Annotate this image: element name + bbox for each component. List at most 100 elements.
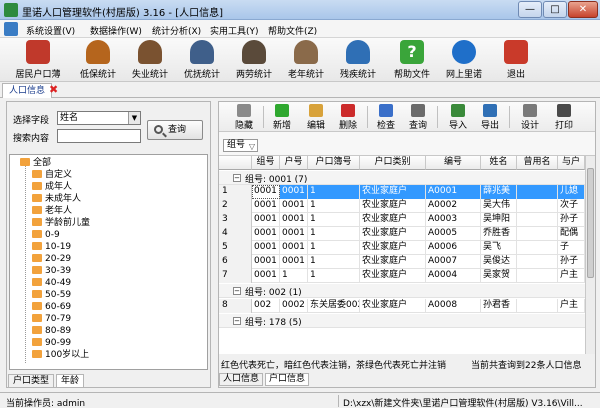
person-icon xyxy=(86,40,110,64)
tree-item[interactable]: 40-49 xyxy=(32,278,71,289)
group-by-label: 组号 xyxy=(227,140,246,150)
subsistence-stats-button[interactable]: 低保统计 xyxy=(74,40,122,80)
install-path: D:\xzx\新建文件夹\里诺户口管理软件(村居版) V3.16\Vill... xyxy=(343,399,583,408)
field-select-value: 姓名 xyxy=(60,113,79,123)
folder-icon xyxy=(32,206,42,214)
export-button[interactable]: 导出 xyxy=(477,104,503,131)
search-input[interactable] xyxy=(57,129,141,143)
menu-data-operations[interactable]: 数据操作(W) xyxy=(90,24,142,37)
status-bar: 当前操作员: admin D:\xzx\新建文件夹\里诺户口管理软件(村居版) … xyxy=(0,392,600,408)
table-row[interactable]: 5 0001 0001 1 农业家庭户 A0006 吴飞 子 xyxy=(219,241,585,255)
design-button[interactable]: 设计 xyxy=(517,104,543,131)
tab-household-type[interactable]: 户口类型 xyxy=(8,374,55,388)
print-button[interactable]: 打印 xyxy=(551,104,577,131)
col-header-relation[interactable]: 与户 xyxy=(558,156,585,170)
tree-guide-line xyxy=(25,163,26,363)
filter-icon[interactable]: ▽ xyxy=(249,141,255,152)
menu-statistics[interactable]: 统计分析(X) xyxy=(152,24,201,37)
labor-reform-stats-button[interactable]: 两劳统计 xyxy=(230,40,278,80)
tree-item[interactable]: 自定义 xyxy=(32,170,72,181)
col-header-household-no[interactable]: 户号 xyxy=(280,156,308,170)
group-row[interactable]: − 组号: 002 (1) xyxy=(219,284,585,298)
hide-button[interactable]: 隐藏 xyxy=(231,104,257,131)
delete-button[interactable]: 删除 xyxy=(335,104,361,131)
col-header-group[interactable]: 组号 xyxy=(252,156,280,170)
tree-item[interactable]: 全部 xyxy=(20,158,51,169)
close-window-button[interactable]: ✕ xyxy=(568,1,598,18)
add-button[interactable]: 新增 xyxy=(269,104,295,131)
table-row[interactable]: 4 0001 0001 1 农业家庭户 A0005 乔胜香 配偶 xyxy=(219,227,585,241)
tab-population-info-bottom[interactable]: 人口信息 xyxy=(219,373,264,386)
menu-system-settings[interactable]: 系统设置(V) xyxy=(26,24,75,37)
field-select[interactable]: 姓名 ▼ xyxy=(57,111,141,125)
exit-button[interactable]: 退出 xyxy=(496,40,536,80)
group-by-chip[interactable]: 组号 ▽ xyxy=(223,139,259,152)
maximize-button[interactable]: □ xyxy=(543,1,567,18)
scrollbar-thumb[interactable] xyxy=(587,168,594,278)
help-file-button[interactable]: ? 帮助文件 xyxy=(388,40,436,80)
group-by-bar: 组号 ▽ xyxy=(219,132,595,156)
table-row[interactable]: 3 0001 0001 1 农业家庭户 A0003 吴坤阳 孙子 xyxy=(219,213,585,227)
tab-household-info[interactable]: 户口信息 xyxy=(265,373,310,386)
special-care-stats-button[interactable]: 优抚统计 xyxy=(178,40,226,80)
collapse-icon[interactable]: − xyxy=(233,174,241,182)
edit-button[interactable]: 编辑 xyxy=(303,104,329,131)
col-header-name[interactable]: 姓名 xyxy=(481,156,517,170)
close-tab-icon[interactable]: ✖ xyxy=(49,84,58,96)
chevron-down-icon[interactable]: ▼ xyxy=(128,112,140,124)
window-title: 里诺人口管理软件(村居版) 3.16 - [人口信息] xyxy=(22,8,224,19)
search-icon xyxy=(154,125,163,134)
resident-book-button[interactable]: 居民户口薄 xyxy=(8,40,68,80)
vertical-scrollbar[interactable] xyxy=(585,156,595,354)
tab-age[interactable]: 年龄 xyxy=(56,374,85,388)
tree-item[interactable]: 成年人 xyxy=(32,182,72,193)
tree-item[interactable]: 90-99 xyxy=(32,338,71,349)
col-header-former-name[interactable]: 曾用名 xyxy=(517,156,558,170)
table-row[interactable]: 7 0001 1 1 农业家庭户 A0004 吴家贺 户主 xyxy=(219,269,585,283)
tree-item[interactable]: 未成年人 xyxy=(32,194,81,205)
folder-icon xyxy=(32,314,42,322)
status-separator xyxy=(338,395,339,407)
col-header-id[interactable]: 编号 xyxy=(426,156,481,170)
table-row[interactable]: 1 0001 0001 1 农业家庭户 A0001 薛兆美 儿媳 xyxy=(219,185,585,199)
tree-item[interactable]: 20-29 xyxy=(32,254,71,265)
query-button[interactable]: 查询 xyxy=(147,120,203,140)
resident-book-icon xyxy=(26,40,50,64)
folder-icon xyxy=(32,170,42,178)
menu-tools[interactable]: 实用工具(Y) xyxy=(210,24,259,37)
menu-help[interactable]: 帮助文件(Z) xyxy=(268,24,317,37)
tree-item[interactable]: 老年人 xyxy=(32,206,72,217)
left-panel-tabs: 户口类型 年龄 xyxy=(6,374,211,388)
disability-stats-button[interactable]: 残疾统计 xyxy=(334,40,382,80)
tree-item[interactable]: 100岁以上 xyxy=(32,350,89,361)
tab-population-info[interactable]: 人口信息 xyxy=(2,83,53,98)
table-row[interactable]: 6 0001 0001 1 农业家庭户 A0007 吴俊达 孙子 xyxy=(219,255,585,269)
search-button[interactable]: 查询 xyxy=(405,104,431,131)
col-header-household-type[interactable]: 户口类别 xyxy=(360,156,426,170)
color-legend: 红色代表死亡，暗红色代表注销，茶绿色代表死亡并注销 xyxy=(221,361,447,371)
table-row[interactable]: 8 002 0002 东关居委002 农业家庭户 A0008 孙君香 户主 xyxy=(219,299,585,313)
tree-item[interactable]: 30-39 xyxy=(32,266,71,277)
tree-item[interactable]: 60-69 xyxy=(32,302,71,313)
unemployment-stats-button[interactable]: 失业统计 xyxy=(126,40,174,80)
group-row[interactable]: − 组号: 0001 (7) xyxy=(219,171,585,185)
group-row[interactable]: − 组号: 178 (5) xyxy=(219,314,585,328)
minimize-button[interactable]: — xyxy=(518,1,542,18)
elderly-stats-button[interactable]: 老年统计 xyxy=(282,40,330,80)
tree-item[interactable]: 80-89 xyxy=(32,326,71,337)
collapse-icon[interactable]: − xyxy=(233,287,241,295)
person-icon xyxy=(294,40,318,64)
online-lino-button[interactable]: 网上里诺 xyxy=(440,40,488,80)
person-icon xyxy=(242,40,266,64)
col-header-register-no[interactable]: 户口簿号 xyxy=(308,156,360,170)
folder-icon xyxy=(32,194,42,202)
tree-item[interactable]: 70-79 xyxy=(32,314,71,325)
tree-item[interactable]: 0-9 xyxy=(32,230,60,241)
collapse-icon[interactable]: − xyxy=(233,317,241,325)
tree-item[interactable]: 50-59 xyxy=(32,290,71,301)
table-row[interactable]: 2 0001 0001 1 农业家庭户 A0002 吴大伟 次子 xyxy=(219,199,585,213)
tree-item[interactable]: 10-19 xyxy=(32,242,71,253)
tree-item[interactable]: 学龄前儿童 xyxy=(32,218,90,229)
import-button[interactable]: 导入 xyxy=(445,104,471,131)
check-button[interactable]: 检查 xyxy=(373,104,399,131)
